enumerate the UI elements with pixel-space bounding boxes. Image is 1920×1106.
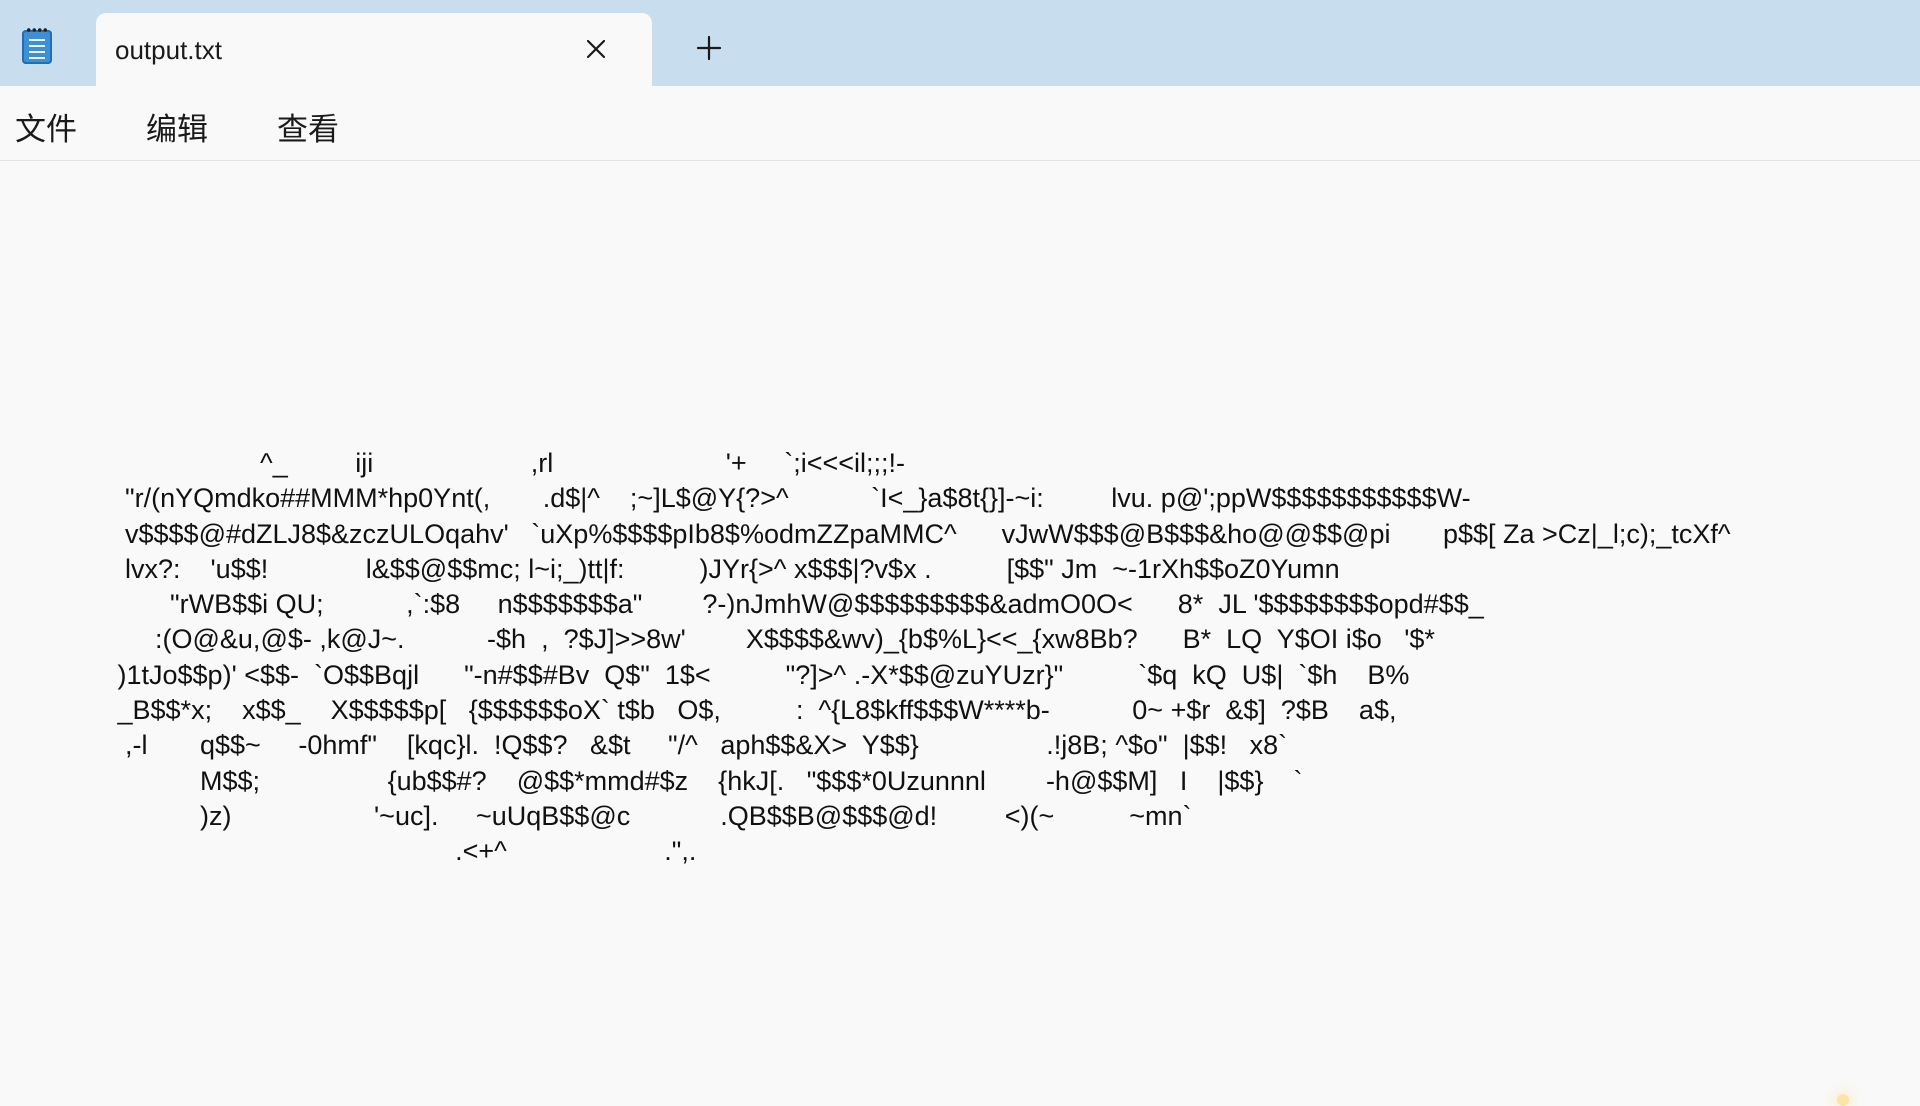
editor-line: lvx?: 'u$$! l&$$@$$mc; l~i;_)tt|f: )JYr{… <box>110 553 1340 584</box>
editor-line: .<+^ .",. <box>110 836 697 867</box>
editor-line: ^_ iji ,rl '+ `;i<<<il;;;!- <box>110 448 905 478</box>
menu-view[interactable]: 查看 <box>277 104 339 149</box>
editor-line: M$$; {ub$$#? @$$*mmd#$z {hkJ[. "$$$*0Uzu… <box>110 765 1303 796</box>
plus-icon[interactable] <box>694 33 724 63</box>
editor-line: v$$$$@#dZLJ8$&zczULOqahv' `uXp%$$$$pIb8$… <box>110 518 1731 549</box>
editor-line: :(O@&u,@$- ,k@J~. -$h , ?$J]>>8w' X$$$$&… <box>110 624 1435 655</box>
editor-content[interactable]: ^_ iji ,rl '+ `;i<<<il;;;!- "r/(nYQmdko#… <box>110 446 1731 870</box>
menu-bar: 文件 编辑 查看 <box>0 86 1920 161</box>
editor-line: ,-l q$$~ -0hmf" [kqc}l. !Q$$? &$t "/^ ap… <box>110 730 1288 761</box>
editor-line: "r/(nYQmdko##MMM*hp0Ynt(, .d$|^ ;~]L$@Y{… <box>110 483 1471 514</box>
status-indicator <box>1837 1094 1849 1106</box>
editor-line: "rWB$$i QU; ,`:$8 n$$$$$$$a" ?-)nJmhW@$$… <box>110 589 1484 620</box>
title-bar: output.txt <box>0 0 1920 86</box>
editor-line: )1tJo$$p)' <$$- `O$$Bqjl "-n#$$#Bv Q$" 1… <box>110 659 1410 690</box>
editor-line: )z) '~uc]. ~uUqB$$@c .QB$$B@$$$@d! <)(~ … <box>110 800 1192 831</box>
notepad-icon <box>22 27 52 64</box>
text-editor[interactable]: ^_ iji ,rl '+ `;i<<<il;;;!- "r/(nYQmdko#… <box>0 161 1920 1106</box>
close-icon[interactable] <box>582 35 610 63</box>
menu-file[interactable]: 文件 <box>15 104 77 149</box>
tab-output-txt[interactable]: output.txt <box>96 13 652 86</box>
editor-line: _B$$*x; x$$_ X$$$$$p[ {$$$$$$oX` t$b O$,… <box>110 695 1397 726</box>
tab-title: output.txt <box>115 35 222 65</box>
menu-edit[interactable]: 编辑 <box>146 104 208 149</box>
